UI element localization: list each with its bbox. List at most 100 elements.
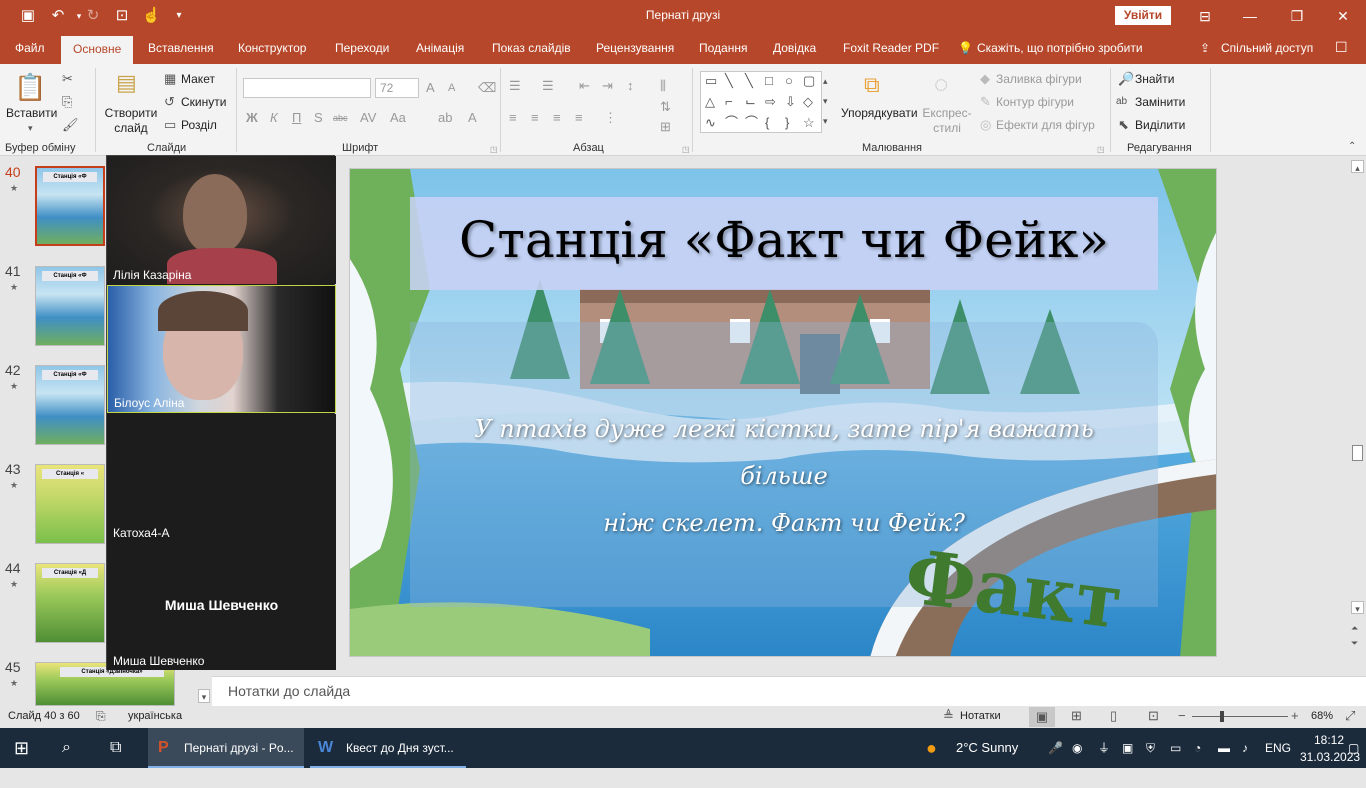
freeform-shape-icon[interactable]: ∿ xyxy=(705,116,716,130)
font-name-box[interactable] xyxy=(243,78,371,98)
slide-thumbnail[interactable]: Станція « xyxy=(35,464,105,544)
triangle-shape-icon[interactable]: △ xyxy=(705,95,715,109)
slide-thumbnail[interactable]: Станція «Ф xyxy=(35,266,105,346)
display-icon[interactable]: ▭ xyxy=(1170,728,1181,768)
notes-toggle-button[interactable]: Нотатки xyxy=(960,710,1001,722)
battery-icon[interactable]: ▬ xyxy=(1218,728,1230,768)
italic-icon[interactable]: К xyxy=(270,111,278,125)
maximize-button[interactable]: ❐ xyxy=(1282,4,1312,28)
wifi-icon[interactable]: ◔ xyxy=(1194,728,1201,768)
quick-styles-button[interactable]: Експрес-стилі xyxy=(921,106,973,136)
tab-foxit[interactable]: Foxit Reader PDF xyxy=(843,41,939,55)
comments-icon[interactable]: ☐ xyxy=(1335,39,1348,56)
tab-review[interactable]: Рецензування xyxy=(596,41,674,55)
signin-button[interactable]: Увійти xyxy=(1115,6,1171,25)
star-shape-icon[interactable]: ☆ xyxy=(803,116,815,130)
rectangle-shape-icon[interactable]: □ xyxy=(765,74,773,88)
bold-icon[interactable]: Ж xyxy=(246,111,258,125)
curve-shape-icon[interactable]: ⌒ xyxy=(745,116,758,130)
right-arrow-shape-icon[interactable]: ⇨ xyxy=(765,95,776,109)
language-indicator[interactable]: українська xyxy=(128,710,182,722)
line-shape-icon[interactable]: ╲ xyxy=(725,74,733,88)
shadow-icon[interactable]: S xyxy=(314,111,323,125)
slide-thumbnail[interactable]: Станція «Ф xyxy=(35,166,105,246)
arrange-button[interactable]: Упорядкувати xyxy=(841,106,918,120)
scroll-thumb[interactable] xyxy=(1352,445,1363,461)
paragraph-dialog-icon[interactable]: ◳ xyxy=(682,143,690,157)
oval-shape-icon[interactable]: ○ xyxy=(785,74,793,88)
reset-button[interactable]: Скинути xyxy=(181,95,226,109)
brace-left-shape-icon[interactable]: { xyxy=(765,116,769,130)
justify-icon[interactable]: ≡ xyxy=(575,111,583,125)
zoom-tray-icon[interactable]: ◉ xyxy=(1072,728,1082,768)
scroll-up-icon[interactable]: ▴ xyxy=(1351,160,1364,173)
brace-right-shape-icon[interactable]: } xyxy=(785,116,789,130)
usb-icon[interactable]: ⏚ xyxy=(1098,728,1110,768)
numbering-icon[interactable]: ☰ xyxy=(542,79,554,93)
new-slide-icon[interactable]: ▤ xyxy=(116,70,137,96)
scroll-down-icon[interactable]: ▾ xyxy=(1351,601,1364,614)
next-slide-icon[interactable]: ⏷ xyxy=(1351,636,1358,650)
find-button[interactable]: Знайти xyxy=(1135,72,1174,86)
tab-file[interactable]: Файл xyxy=(15,41,45,55)
textbox-shape-icon[interactable]: ▭ xyxy=(705,74,717,88)
tab-view[interactable]: Подання xyxy=(699,41,747,55)
underline-icon[interactable]: П xyxy=(292,111,301,125)
shapes-scroll-down-icon[interactable]: ▾ xyxy=(823,94,828,108)
column-layout-icon[interactable]: ⋮ xyxy=(604,111,617,125)
normal-view-icon[interactable]: ▣ xyxy=(1029,707,1055,727)
close-button[interactable]: ✕ xyxy=(1328,4,1358,28)
volume-icon[interactable]: ♪ xyxy=(1242,728,1248,768)
shape-effects-button[interactable]: Ефекти для фігур xyxy=(996,118,1095,132)
select-button[interactable]: Виділити xyxy=(1135,118,1185,132)
change-case-icon[interactable]: Aa xyxy=(390,111,406,125)
ribbon-display-icon[interactable]: ⊟ xyxy=(1190,4,1220,28)
question-text[interactable]: У птахів дуже легкі кістки, зате пір'я в… xyxy=(430,406,1138,547)
slide-title[interactable]: Станція «Факт чи Фейк» xyxy=(410,211,1158,269)
shapes-more-icon[interactable]: ▾ xyxy=(823,114,828,128)
font-color-icon[interactable]: A xyxy=(468,111,477,125)
task-view-icon[interactable]: ⧉ xyxy=(110,728,121,768)
zoom-out-icon[interactable]: − xyxy=(1178,709,1186,723)
align-center-icon[interactable]: ≡ xyxy=(531,111,539,125)
minimize-button[interactable]: — xyxy=(1235,4,1265,28)
clear-format-icon[interactable]: ⌫ xyxy=(478,81,496,95)
highlight-icon[interactable]: ab xyxy=(438,111,452,125)
paste-button[interactable]: Вставити xyxy=(6,106,57,120)
tab-insert[interactable]: Вставлення xyxy=(148,41,214,55)
shape-outline-button[interactable]: Контур фігури xyxy=(996,95,1074,109)
bullets-icon[interactable]: ☰ xyxy=(509,79,521,93)
smartart-icon[interactable]: ⊞ xyxy=(660,120,671,134)
decrease-indent-icon[interactable]: ⇤ xyxy=(579,79,590,93)
tab-transitions[interactable]: Переходи xyxy=(335,41,389,55)
thumbs-scroll-down-icon[interactable]: ▾ xyxy=(198,689,210,703)
zoom-slider-thumb[interactable] xyxy=(1220,711,1224,722)
grow-font-icon[interactable]: A xyxy=(426,81,435,95)
search-icon[interactable]: ⌕ xyxy=(62,728,71,768)
taskbar-app-powerpoint[interactable]: P Пернаті друзі - Po... xyxy=(148,728,304,768)
participant-video-tile-active[interactable]: Білоус Аліна xyxy=(107,285,336,413)
tell-me-search[interactable]: Скажіть, що потрібно зробити xyxy=(977,41,1143,55)
slide-scrollbar[interactable]: ▴ ▾ ⏶ ⏷ xyxy=(1349,158,1366,648)
elbow-shape-icon[interactable]: ⌙ xyxy=(745,95,756,109)
increase-indent-icon[interactable]: ⇥ xyxy=(602,79,613,93)
participant-video-tile[interactable]: Катоха4-А xyxy=(107,414,336,542)
columns-icon[interactable]: ⫼ xyxy=(660,79,666,93)
line-spacing-icon[interactable]: ↕ xyxy=(627,79,634,93)
char-spacing-icon[interactable]: AV xyxy=(360,111,376,125)
slideshow-view-icon[interactable]: ⊡ xyxy=(1148,709,1159,723)
align-right-icon[interactable]: ≡ xyxy=(553,111,561,125)
text-direction-icon[interactable]: ⇅ xyxy=(660,100,671,114)
connector-shape-icon[interactable]: ⌐ xyxy=(725,95,733,109)
zoom-level[interactable]: 68% xyxy=(1311,710,1333,722)
paste-dropdown-icon[interactable]: ▾ xyxy=(28,121,33,135)
layout-button[interactable]: Макет xyxy=(181,72,215,86)
participant-video-tile[interactable]: Миша Шевченко Миша Шевченко xyxy=(107,542,336,670)
zoom-slider[interactable] xyxy=(1192,716,1288,717)
slide-sorter-icon[interactable]: ⊞ xyxy=(1071,709,1082,723)
fit-to-window-icon[interactable]: ⤢ xyxy=(1345,709,1355,723)
input-language[interactable]: ENG xyxy=(1265,728,1291,768)
copy-icon[interactable]: ⎘ xyxy=(62,95,72,109)
microphone-icon[interactable]: 🎤 xyxy=(1048,728,1063,768)
share-button[interactable]: Спільний доступ xyxy=(1221,41,1313,55)
